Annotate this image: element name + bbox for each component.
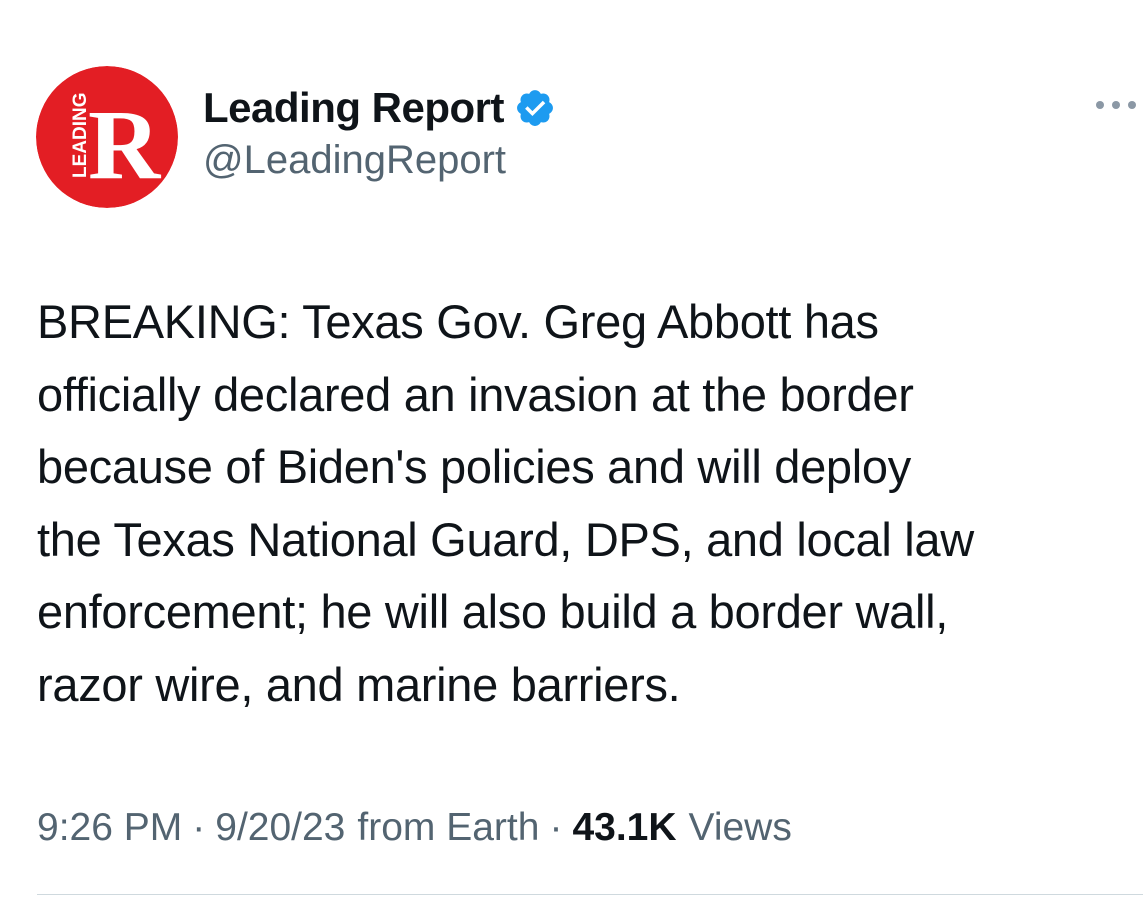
tweet-text-line: because of Biden's policies and will dep… (37, 440, 911, 493)
author-name-row[interactable]: Leading Report (203, 80, 556, 136)
divider (37, 894, 1143, 895)
author-block: Leading Report @LeadingReport (203, 80, 556, 183)
tweet-text-line: officially declared an invasion at the b… (37, 367, 914, 421)
tweet-text-line: the Texas National Guard, DPS, and local… (37, 512, 974, 566)
avatar-letter: R (88, 89, 162, 200)
author-handle[interactable]: @LeadingReport (203, 138, 556, 183)
views-count[interactable]: 43.1K (572, 806, 676, 850)
verified-badge-icon[interactable] (514, 87, 556, 129)
avatar[interactable]: LEADING R (36, 66, 178, 208)
meta-separator: · (549, 806, 563, 849)
tweet-text: BREAKING: Texas Gov. Greg Abbott has off… (37, 286, 1137, 721)
tweet-time[interactable]: 9:26 PM (37, 806, 182, 850)
leading-report-logo: LEADING R (36, 66, 178, 208)
tweet-source: from Earth (357, 806, 540, 849)
tweet-text-line: enforcement; he will also build a border… (37, 585, 949, 638)
tweet-card: LEADING R Leading Report @LeadingReport … (0, 0, 1143, 919)
meta-separator: · (192, 806, 206, 849)
more-icon[interactable] (1092, 90, 1140, 120)
tweet-text-line: razor wire, and marine barriers. (37, 657, 681, 711)
views-label: Views (688, 806, 792, 849)
author-name[interactable]: Leading Report (203, 84, 505, 132)
tweet-metadata: 9:26 PM · 9/20/23 from Earth · 43.1K Vie… (37, 806, 792, 850)
tweet-text-line: BREAKING: Texas Gov. Greg Abbott has (37, 295, 879, 348)
tweet-date[interactable]: 9/20/23 (215, 806, 345, 850)
